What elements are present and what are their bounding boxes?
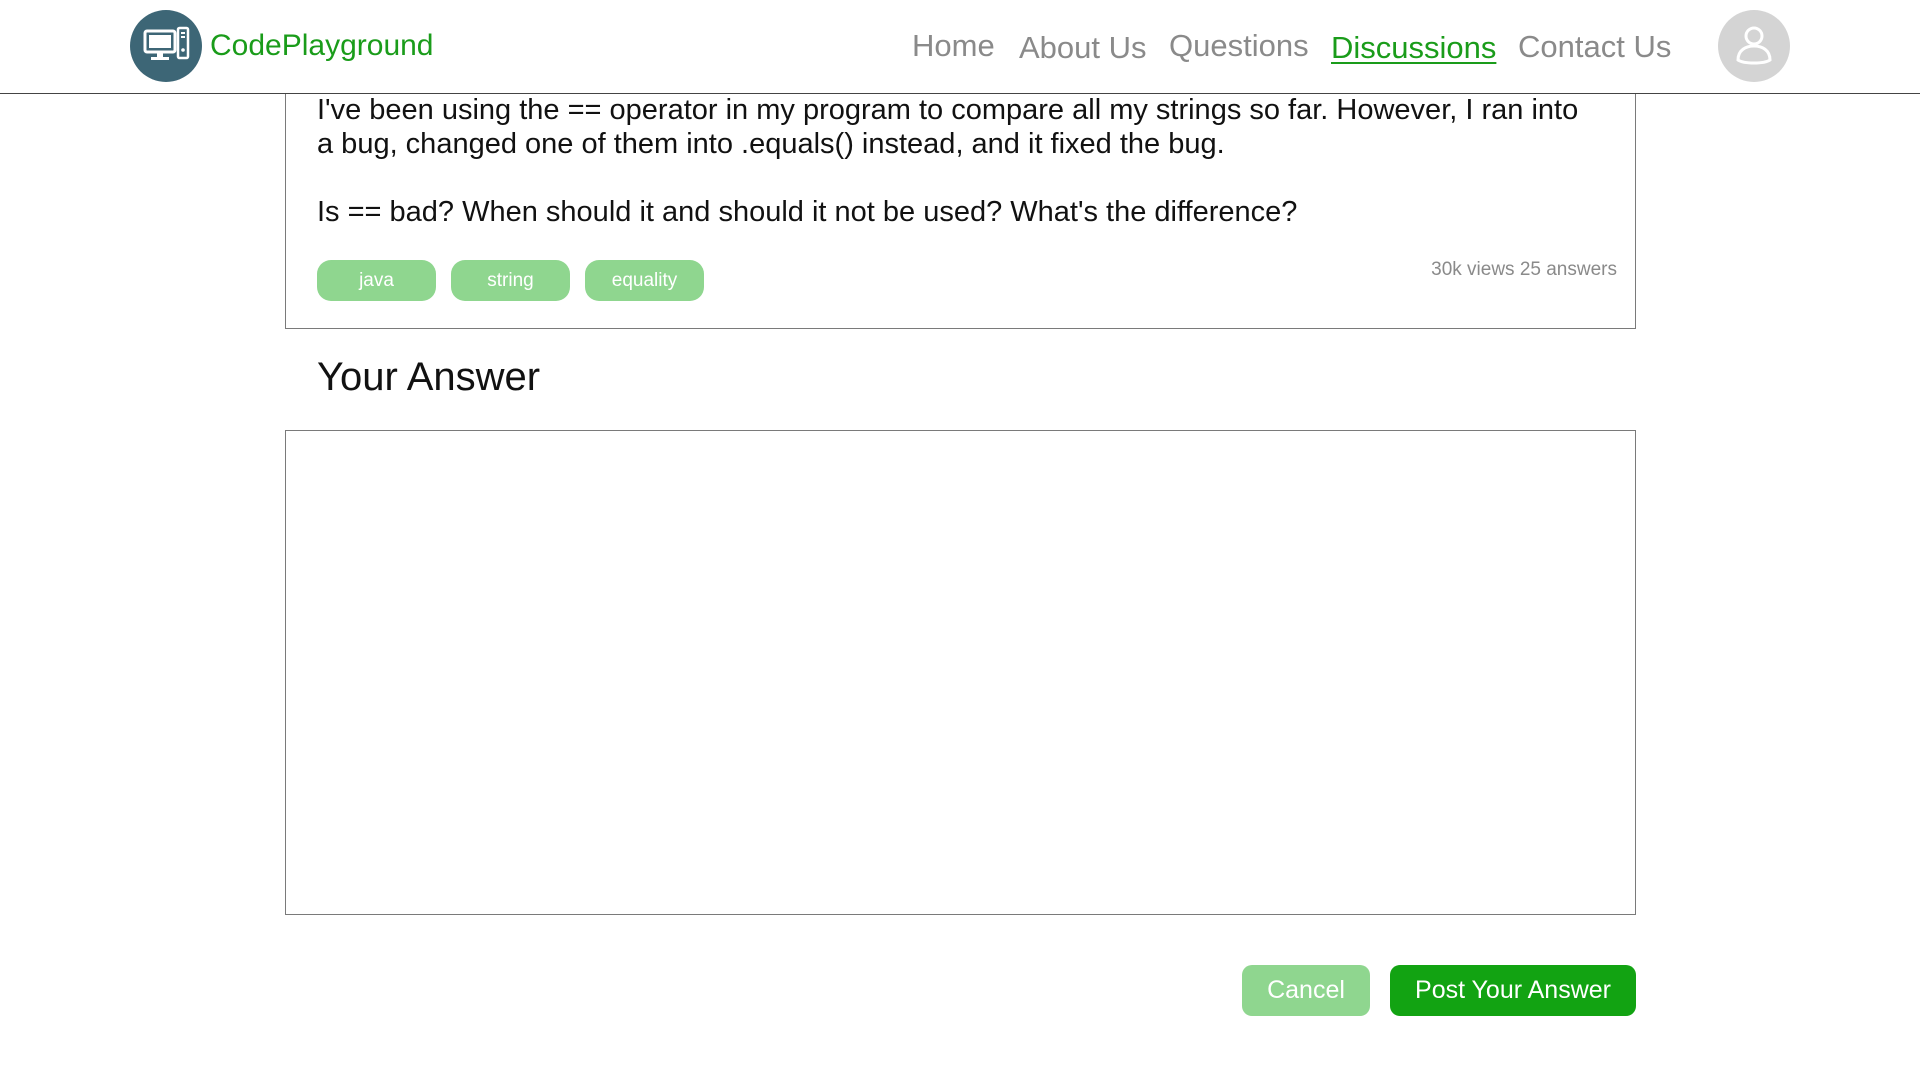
- main-nav: Home About Us Questions Discussions Cont…: [0, 28, 1920, 68]
- nav-home[interactable]: Home: [912, 28, 995, 64]
- question-paragraph-2: Is == bad? When should it and should it …: [317, 196, 1298, 228]
- cancel-button[interactable]: Cancel: [1242, 965, 1370, 1016]
- answer-heading: Your Answer: [317, 355, 541, 399]
- tag-equality[interactable]: equality: [585, 260, 704, 301]
- user-avatar[interactable]: [1718, 10, 1790, 82]
- post-answer-button[interactable]: Post Your Answer: [1390, 965, 1636, 1016]
- nav-contact-us[interactable]: Contact Us: [1518, 29, 1671, 65]
- answer-textarea[interactable]: [285, 430, 1636, 915]
- question-card: I've been using the == operator in my pr…: [285, 60, 1636, 329]
- tag-list: java string equality: [317, 260, 704, 301]
- nav-discussions[interactable]: Discussions: [1331, 30, 1496, 66]
- user-icon: [1732, 22, 1776, 71]
- tag-java[interactable]: java: [317, 260, 436, 301]
- question-body: I've been using the == operator in my pr…: [317, 93, 1597, 229]
- question-stats: 30k views 25 answers: [1431, 259, 1617, 280]
- tag-string[interactable]: string: [451, 260, 570, 301]
- nav-questions[interactable]: Questions: [1169, 28, 1309, 64]
- nav-about-us[interactable]: About Us: [1019, 30, 1147, 66]
- site-header: CodePlayground Home About Us Questions D…: [0, 0, 1920, 94]
- question-paragraph-1: I've been using the == operator in my pr…: [317, 94, 1579, 160]
